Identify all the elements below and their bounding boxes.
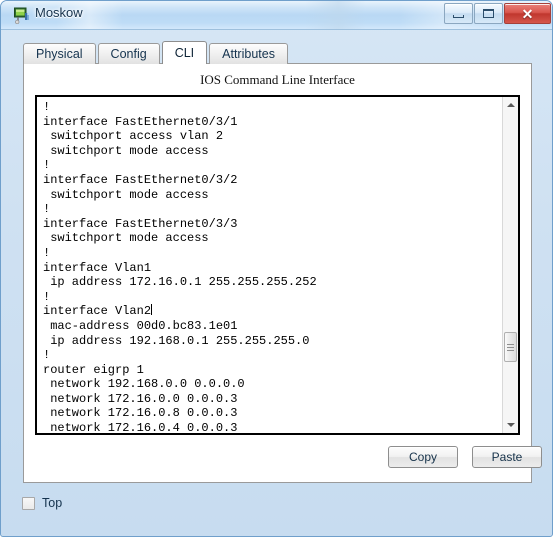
minimize-icon: [453, 14, 464, 18]
terminal-line: interface FastEthernet0/3/1: [43, 114, 238, 129]
terminal-line: !: [43, 289, 51, 304]
text-caret: [151, 304, 153, 316]
terminal-line: !: [43, 158, 51, 173]
terminal-line: !: [43, 100, 51, 114]
tab-physical[interactable]: Physical: [23, 43, 96, 64]
cli-terminal-output[interactable]: ! interface FastEthernet0/3/1 switchport …: [37, 97, 502, 433]
close-button[interactable]: ✕: [504, 3, 551, 24]
terminal-line: switchport access vlan 2: [43, 129, 224, 144]
scroll-down-arrow[interactable]: [503, 417, 518, 433]
terminal-line: switchport mode access: [43, 143, 209, 158]
top-checkbox[interactable]: [22, 496, 35, 510]
device-config-window: Moskow ✕ Physical Config CLI Attributes …: [0, 0, 553, 537]
top-checkbox-label: Top: [42, 496, 63, 510]
cli-tab-panel: IOS Command Line Interface ! interface Fa…: [23, 63, 542, 483]
terminal-line: network 172.16.0.4 0.0.0.3: [43, 421, 238, 433]
terminal-line: network 172.16.0.8 0.0.0.3: [43, 406, 238, 421]
tab-bar: Physical Config CLI Attributes: [23, 41, 290, 64]
terminal-line: mac-address 00d0.bc83.1e01: [43, 318, 238, 333]
minimize-button[interactable]: [444, 3, 473, 24]
terminal-vertical-scrollbar[interactable]: [502, 97, 518, 433]
copy-button[interactable]: Copy: [388, 446, 458, 468]
terminal-line: ip address 172.16.0.1 255.255.255.252: [43, 275, 317, 290]
terminal-line: !: [43, 348, 51, 363]
grip-icon: [507, 342, 514, 353]
cli-terminal-frame: ! interface FastEthernet0/3/1 switchport …: [35, 95, 520, 435]
dialog-body: Physical Config CLI Attributes IOS Comma…: [1, 30, 552, 536]
tab-cli[interactable]: CLI: [161, 41, 208, 64]
terminal-line: switchport mode access: [43, 187, 209, 202]
terminal-line: !: [43, 202, 51, 217]
triangle-up-icon: [506, 103, 515, 107]
tab-config[interactable]: Config: [97, 43, 160, 64]
window-titlebar: Moskow ✕: [1, 1, 552, 30]
terminal-line: !: [43, 245, 51, 260]
terminal-line: ip address 192.168.0.1 255.255.255.0: [43, 333, 310, 348]
terminal-line: network 192.168.0.0 0.0.0.0: [43, 377, 245, 392]
paste-button[interactable]: Paste: [472, 446, 542, 468]
terminal-line: router eigrp 1: [43, 362, 144, 377]
scrollbar-thumb[interactable]: [504, 332, 517, 363]
scroll-up-arrow[interactable]: [503, 97, 518, 113]
terminal-line: interface Vlan2: [43, 304, 153, 319]
window-controls: ✕: [443, 3, 551, 24]
terminal-line: interface FastEthernet0/3/3: [43, 216, 238, 231]
top-checkbox-row[interactable]: Top: [22, 496, 62, 510]
terminal-line: interface FastEthernet0/3/2: [43, 172, 238, 187]
terminal-line: network 172.16.0.0 0.0.0.3: [43, 391, 238, 406]
window-title: Moskow: [35, 5, 83, 20]
terminal-line: interface Vlan1: [43, 260, 152, 275]
panel-title: IOS Command Line Interface: [200, 72, 355, 87]
tab-attributes[interactable]: Attributes: [209, 43, 288, 64]
maximize-icon: [483, 9, 494, 18]
triangle-down-icon: [506, 423, 515, 427]
terminal-line: switchport mode access: [43, 231, 209, 246]
close-icon: ✕: [521, 5, 534, 22]
maximize-button[interactable]: [474, 3, 503, 24]
device-node-icon: [14, 7, 29, 24]
